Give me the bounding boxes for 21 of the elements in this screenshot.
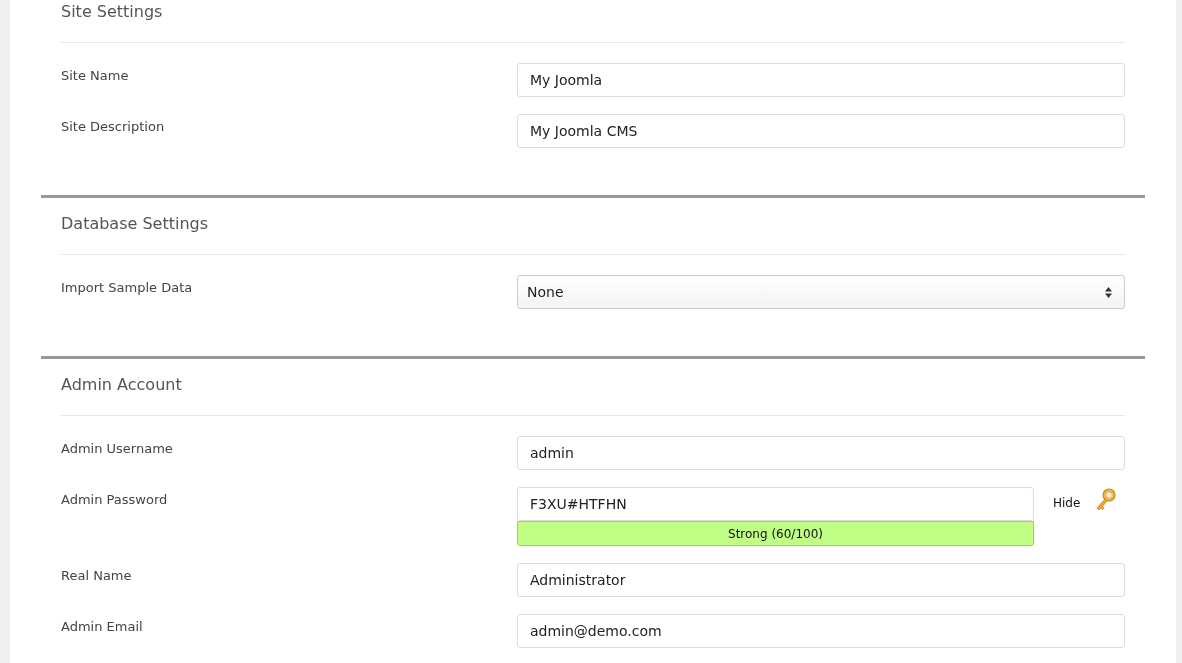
section-title: Database Settings bbox=[61, 213, 210, 235]
field-label: Admin Email bbox=[61, 618, 144, 636]
field-label: Real Name bbox=[61, 567, 133, 585]
hide-link[interactable]: Hide bbox=[1053, 494, 1081, 512]
field-label: Admin Password bbox=[61, 491, 169, 509]
input-field[interactable]: My Joomla bbox=[517, 63, 1125, 97]
field-label: Admin Username bbox=[61, 440, 174, 458]
field-label: Site Name bbox=[61, 67, 130, 85]
section-title: Admin Account bbox=[61, 374, 183, 396]
password-field[interactable]: F3XU#HTFHN bbox=[517, 487, 1034, 521]
key-icon[interactable] bbox=[1095, 488, 1118, 512]
field-label: Import Sample Data bbox=[61, 279, 194, 297]
input-field[interactable]: admin@demo.com bbox=[517, 614, 1125, 648]
input-field[interactable]: My Joomla CMS bbox=[517, 114, 1125, 148]
strength-meter: Strong (60/100) bbox=[517, 521, 1034, 546]
input-field[interactable]: Administrator bbox=[517, 563, 1125, 597]
dropdown-arrows-icon bbox=[1105, 286, 1112, 298]
section-title: Site Settings bbox=[61, 1, 164, 23]
field-label: Site Description bbox=[61, 118, 166, 136]
select-field[interactable]: None bbox=[517, 275, 1125, 309]
input-field[interactable]: admin bbox=[517, 436, 1125, 470]
